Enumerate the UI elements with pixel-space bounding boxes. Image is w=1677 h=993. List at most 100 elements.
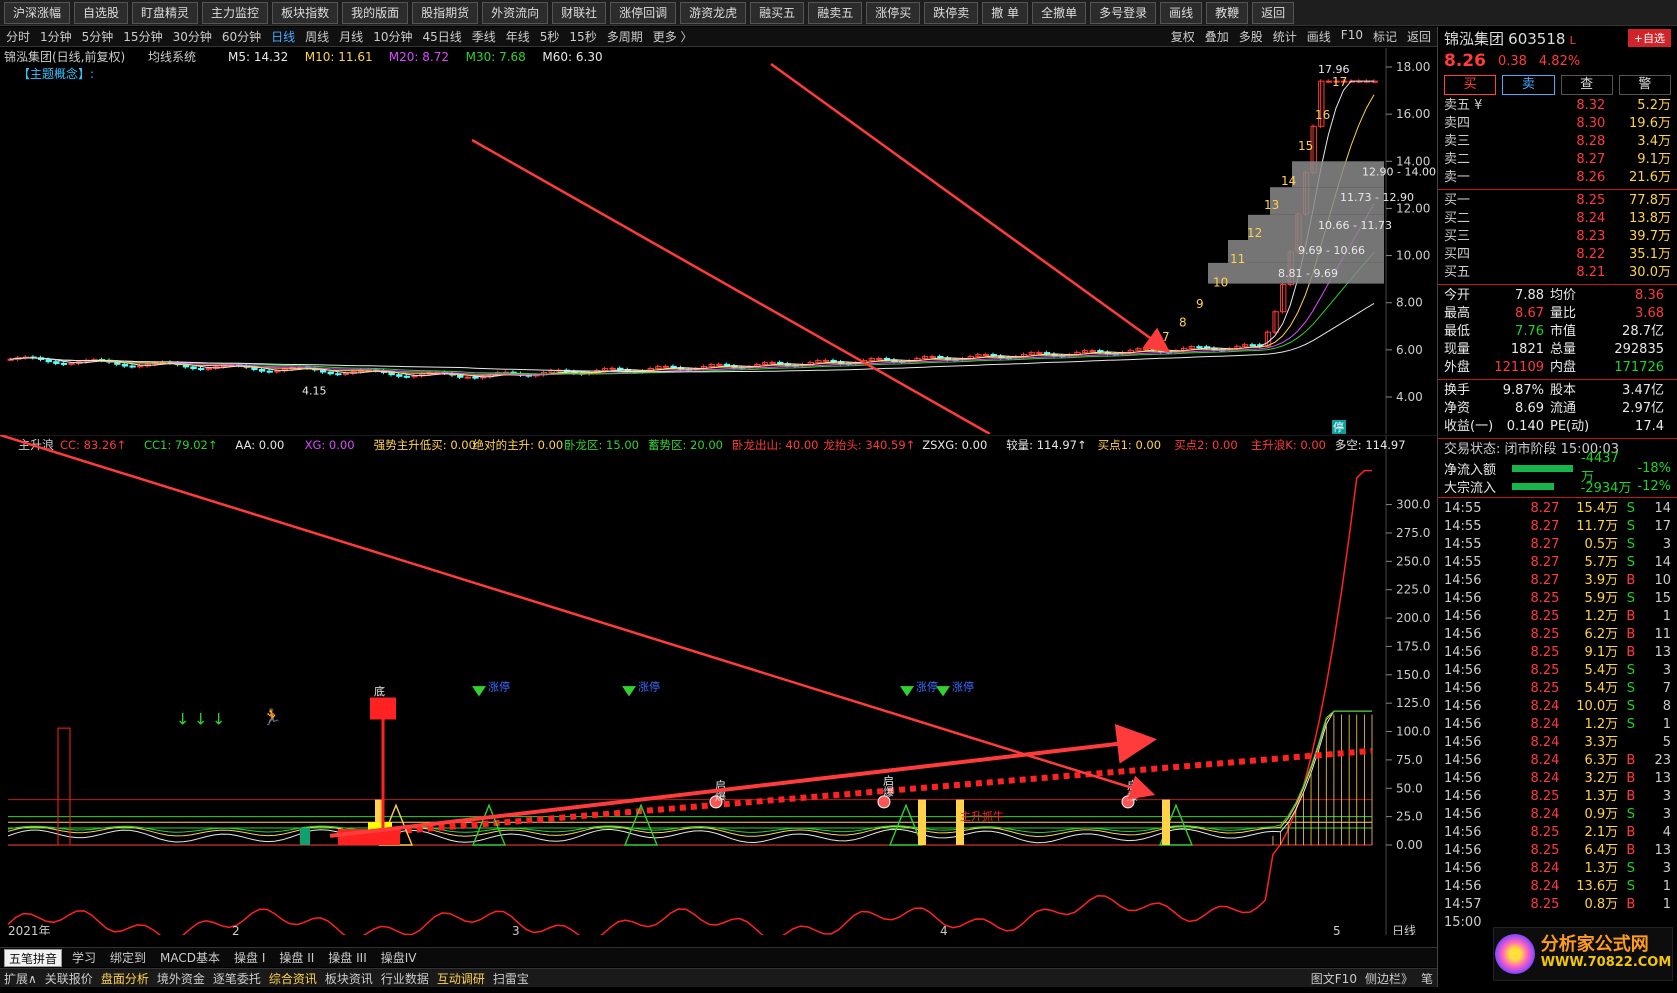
trade-button-3[interactable]: 警 <box>1618 75 1671 95</box>
period-tab-0[interactable]: 分时 <box>6 28 30 45</box>
toolbar-button-10[interactable]: 游资龙虎 <box>680 2 747 24</box>
price-change-pct: 4.82% <box>1538 53 1581 69</box>
period-tab-11[interactable]: 季线 <box>472 28 496 45</box>
toolbar-button-11[interactable]: 融买五 <box>750 2 805 24</box>
toolbar-button-3[interactable]: 主力监控 <box>202 2 269 24</box>
toolbar-button-12[interactable]: 融卖五 <box>808 2 863 24</box>
main-kline-chart[interactable]: 锦泓集团(日线,前复权) 均线系统 M5: 14.32 M10: 11.61 M20: … <box>0 48 1437 434</box>
ask-row: 卖四 8.30 19.6万 <box>1438 115 1677 133</box>
toolbar-button-4[interactable]: 板块指数 <box>272 2 339 24</box>
toolbar-button-19[interactable]: 教鞭 <box>1206 2 1249 24</box>
chart-tool-7[interactable]: 返回 <box>1407 28 1431 45</box>
period-tab-10[interactable]: 45日线 <box>422 28 461 45</box>
period-tab-5[interactable]: 60分钟 <box>222 28 261 45</box>
stat-label: 市值 <box>1550 324 1577 339</box>
indicator-tab-0[interactable]: 学习 <box>68 949 100 966</box>
status-item-7[interactable]: 行业数据 <box>381 970 429 987</box>
tick-direction: B <box>1626 627 1636 642</box>
period-tab-13[interactable]: 5秒 <box>540 28 560 45</box>
ask-volume: 5.2万 <box>1637 98 1671 113</box>
toolbar-button-13[interactable]: 涨停买 <box>866 2 921 24</box>
toolbar-button-0[interactable]: 沪深涨幅 <box>4 2 71 24</box>
ind-axis-label-1: 275.0 <box>1396 526 1430 540</box>
toolbar-button-17[interactable]: 多号登录 <box>1090 2 1157 24</box>
period-tab-9[interactable]: 10分钟 <box>373 28 412 45</box>
period-tab-8[interactable]: 月线 <box>339 28 363 45</box>
period-tab-12[interactable]: 年线 <box>506 28 530 45</box>
toolbar-button-18[interactable]: 画线 <box>1160 2 1203 24</box>
toolbar-button-6[interactable]: 股指期货 <box>412 2 479 24</box>
status-item-0[interactable]: 扩展∧ <box>4 970 37 987</box>
period-tab-3[interactable]: 15分钟 <box>123 28 162 45</box>
period-tab-7[interactable]: 周线 <box>305 28 329 45</box>
period-tab-15[interactable]: 多周期 <box>607 28 643 45</box>
period-tab-2[interactable]: 5分钟 <box>82 28 114 45</box>
toolbar-button-9[interactable]: 涨停回调 <box>610 2 677 24</box>
period-tab-4[interactable]: 30分钟 <box>173 28 212 45</box>
status-item-3[interactable]: 境外资金 <box>157 970 205 987</box>
ask-label: 卖一 <box>1444 170 1471 185</box>
chart-tool-4[interactable]: 画线 <box>1307 28 1331 45</box>
indicator-tab-1[interactable]: 绑定到 <box>106 949 150 966</box>
period-tab-6[interactable]: 日线 <box>271 28 295 45</box>
trade-button-2[interactable]: 查 <box>1560 75 1613 95</box>
toolbar-button-5[interactable]: 我的版面 <box>342 2 409 24</box>
period-tab-14[interactable]: 15秒 <box>569 28 596 45</box>
down-arrow-icon-0: ↓ <box>176 710 189 729</box>
candle <box>716 363 723 366</box>
trade-button-0[interactable]: 买 <box>1444 75 1497 95</box>
chart-tool-1[interactable]: 叠加 <box>1205 28 1229 45</box>
status-right-item-2[interactable]: 笔 <box>1421 970 1433 987</box>
status-item-4[interactable]: 逐笔委托 <box>213 970 261 987</box>
chart-tool-5[interactable]: F10 <box>1341 28 1363 45</box>
flow-row: 大宗流入 -2934万 -12% <box>1438 477 1677 496</box>
chart-tool-6[interactable]: 标记 <box>1373 28 1397 45</box>
ask-volume: 21.6万 <box>1629 170 1671 185</box>
tick-price: 8.24 <box>1530 699 1560 714</box>
toolbar-button-8[interactable]: 财联社 <box>552 2 607 24</box>
indicator-tab-5[interactable]: 操盘 III <box>324 949 370 966</box>
status-item-8[interactable]: 互动调研 <box>437 970 485 987</box>
indicator-tab-6[interactable]: 操盘IV <box>377 949 421 966</box>
add-favorite-button[interactable]: +自选 <box>1627 29 1671 47</box>
ask-row: 卖二 8.27 9.1万 <box>1438 151 1677 169</box>
bid-price: 8.23 <box>1576 229 1606 244</box>
candle <box>137 365 144 368</box>
status-right-item-0[interactable]: 图文F10 <box>1311 970 1357 987</box>
indicator-tab-2[interactable]: MACD基本 <box>156 949 224 966</box>
toolbar-button-20[interactable]: 返回 <box>1252 2 1295 24</box>
indicator-chart[interactable]: 主升浪CC: 83.26↑CC1: 79.02↑AA: 0.00XG: 0.00… <box>0 435 1437 935</box>
ask-row: 卖三 8.28 3.4万 <box>1438 133 1677 151</box>
candle <box>327 371 334 375</box>
limit-label-2: 涨停 <box>916 680 938 694</box>
status-item-1[interactable]: 关联报价 <box>45 970 93 987</box>
status-item-5[interactable]: 综合资讯 <box>269 970 317 987</box>
period-tab-1[interactable]: 1分钟 <box>40 28 72 45</box>
status-item-2[interactable]: 盘面分析 <box>101 970 149 987</box>
toolbar-button-7[interactable]: 外资流向 <box>482 2 549 24</box>
toolbar-button-15[interactable]: 撤 单 <box>982 2 1029 24</box>
tick-list[interactable]: 14:55 8.27 15.4万 S 14 14:55 8.27 11.7万 S 17 14:55 8… <box>1438 500 1677 914</box>
candle <box>129 365 136 368</box>
indicator-name: 均线系统 <box>148 50 196 64</box>
indicator-tab-3[interactable]: 操盘 I <box>230 949 269 966</box>
toolbar-button-14[interactable]: 跌停卖 <box>924 2 979 24</box>
ime-indicator[interactable]: 五笔拼音 <box>4 948 63 967</box>
stock-name: 锦泓集团 <box>1444 29 1505 48</box>
indicator-tab-4[interactable]: 操盘 II <box>275 949 318 966</box>
toolbar-button-16[interactable]: 全撤单 <box>1032 2 1087 24</box>
bid-volume: 39.7万 <box>1629 229 1671 244</box>
chart-tool-3[interactable]: 统计 <box>1273 28 1297 45</box>
chart-tool-0[interactable]: 复权 <box>1171 28 1195 45</box>
toolbar-button-1[interactable]: 自选股 <box>74 2 129 24</box>
status-item-9[interactable]: 扫雷宝 <box>493 970 529 987</box>
status-item-6[interactable]: 板块资讯 <box>325 970 373 987</box>
period-tab-16[interactable]: 更多 〉 <box>653 28 693 45</box>
chart-tool-2[interactable]: 多股 <box>1239 28 1263 45</box>
toolbar-button-2[interactable]: 盯盘精灵 <box>132 2 199 24</box>
trade-button-1[interactable]: 卖 <box>1502 75 1555 95</box>
bid-volume: 13.8万 <box>1629 211 1671 226</box>
stat-label: 流通 <box>1550 401 1577 416</box>
ind-axis-label-2: 250.0 <box>1396 554 1430 568</box>
status-right-item-1[interactable]: 侧边栏》 <box>1365 970 1413 987</box>
